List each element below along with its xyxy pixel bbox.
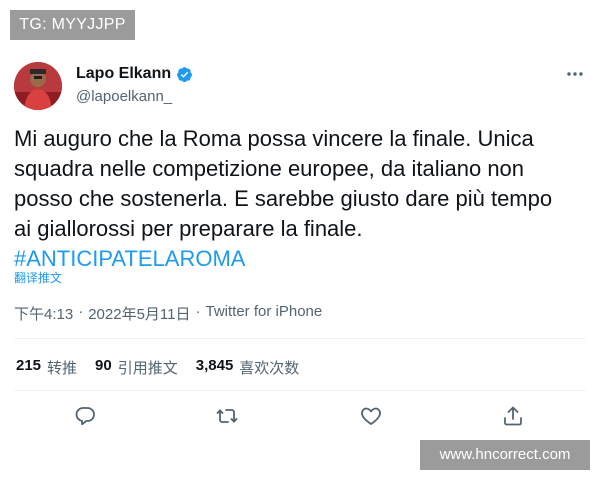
author-handle[interactable]: @lapoelkann_ xyxy=(76,88,172,105)
likes-label: 喜欢次数 xyxy=(239,360,300,377)
tweet-text-line: posso che sostenerla. E sarebbe giusto d… xyxy=(14,186,553,211)
tweet-text-line: Mi auguro che la Roma possa vincere la f… xyxy=(14,126,534,151)
tweet-date[interactable]: 2022年5月11日 xyxy=(88,303,190,324)
watermark-tag: TG: MYYJJPP xyxy=(10,10,135,40)
hashtag-link[interactable]: #ANTICIPATELAROMA xyxy=(14,244,589,274)
tweet-source[interactable]: Twitter for iPhone xyxy=(206,303,323,324)
author-name-row[interactable]: Lapo Elkann xyxy=(76,65,193,83)
quotes-label: 引用推文 xyxy=(117,360,178,377)
tweet-meta: 下午4:13 · 2022年5月11日 · Twitter for iPhone xyxy=(14,303,322,324)
more-horizontal-icon[interactable] xyxy=(565,64,585,84)
retweets-stat[interactable]: 215 转推 xyxy=(16,357,77,378)
tweet-text-line: squadra nelle competizione europee, da i… xyxy=(14,156,525,181)
divider xyxy=(14,390,586,391)
tweet-stats: 215 转推 90 引用推文 3,845 喜欢次数 xyxy=(16,357,299,378)
avatar[interactable] xyxy=(14,62,62,110)
likes-count: 3,845 xyxy=(195,357,234,374)
verified-badge-icon xyxy=(176,66,193,83)
tweet-body: Mi auguro che la Roma possa vincere la f… xyxy=(14,124,589,274)
tweet-time[interactable]: 下午4:13 xyxy=(14,303,73,324)
quotes-count: 90 xyxy=(95,357,112,374)
likes-stat[interactable]: 3,845 喜欢次数 xyxy=(196,357,300,378)
profile-photo-icon xyxy=(14,62,62,110)
reply-icon[interactable] xyxy=(73,404,97,428)
meta-separator: · xyxy=(195,303,201,320)
share-icon[interactable] xyxy=(501,404,525,428)
retweet-icon[interactable] xyxy=(215,404,239,428)
tweet-text-line: ai giallorossi per preparare la finale. xyxy=(14,216,363,241)
meta-separator: · xyxy=(78,303,84,320)
quotes-stat[interactable]: 90 引用推文 xyxy=(95,357,178,378)
author-display-name[interactable]: Lapo Elkann xyxy=(76,65,171,83)
heart-icon[interactable] xyxy=(359,404,383,428)
translate-tweet-link[interactable]: 翻译推文 xyxy=(14,269,62,286)
retweets-count: 215 xyxy=(16,357,42,374)
divider xyxy=(14,338,586,339)
watermark-site: www.hncorrect.com xyxy=(420,440,590,470)
retweets-label: 转推 xyxy=(47,360,78,377)
tweet-actions xyxy=(0,404,600,430)
